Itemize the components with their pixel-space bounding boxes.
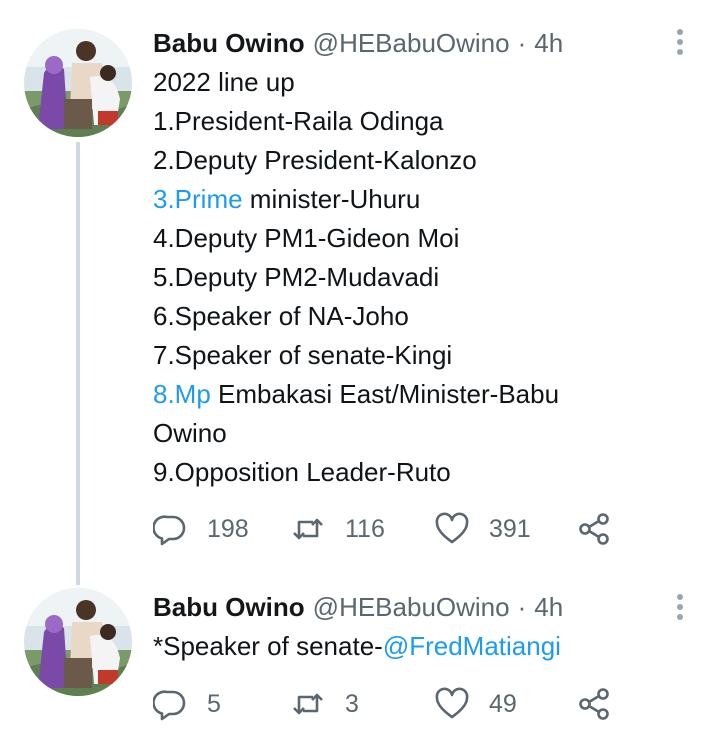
retweet-button[interactable]: 116	[291, 509, 385, 549]
tweet-text-fragment: Embakasi East/Minister-Babu	[210, 379, 560, 409]
reply-icon	[153, 515, 186, 546]
like-button[interactable]: 391	[435, 509, 531, 549]
reply-button[interactable]: 5	[153, 684, 221, 724]
share-icon	[579, 513, 609, 545]
header-separator: ·	[517, 592, 527, 622]
tweet-text-line: 6.Speaker of NA-Joho	[153, 301, 409, 331]
tweet-text-fragment: minister-Uhuru	[242, 184, 421, 214]
avatar-photo	[24, 29, 132, 137]
avatar[interactable]	[24, 29, 132, 137]
tweet-text-line: 9.Opposition Leader-Ruto	[153, 457, 451, 487]
author-handle[interactable]: @HEBabuOwino	[313, 589, 510, 625]
tweet-text-line: 2.Deputy President-Kalonzo	[153, 145, 477, 175]
like-icon	[435, 512, 469, 544]
like-count: 49	[489, 689, 517, 718]
author-handle[interactable]: @HEBabuOwino	[313, 25, 510, 61]
tweet-text-line: 8.Mp Embakasi East/Minister-Babu	[153, 375, 673, 414]
tweet[interactable]: Babu Owino @HEBabuOwino · 4h *Speaker of…	[0, 575, 720, 741]
tweet-text-line: 7.Speaker of senate-Kingi	[153, 340, 453, 370]
tweet-timestamp[interactable]: 4h	[534, 589, 563, 625]
tweet-text: *Speaker of senate-@FredMatiangi	[153, 627, 673, 666]
retweet-count: 116	[345, 514, 385, 543]
tweet-header: Babu Owino @HEBabuOwino · 4h	[153, 589, 563, 625]
tweet-text-fragment: *Speaker of senate-	[153, 631, 383, 661]
author-display-name[interactable]: Babu Owino	[153, 25, 305, 61]
share-button[interactable]	[577, 684, 611, 724]
tweet-text-line: 3.Prime minister-Uhuru	[153, 180, 673, 219]
more-options-icon[interactable]	[674, 27, 686, 57]
tweet-actions: 5 3 49	[153, 684, 633, 724]
thread-connector-line	[76, 142, 80, 585]
header-separator: ·	[517, 28, 527, 58]
reply-count: 198	[207, 514, 249, 543]
tweet-text-line: *Speaker of senate-@FredMatiangi	[153, 627, 673, 666]
mention-link[interactable]: @FredMatiangi	[383, 631, 561, 661]
share-button[interactable]	[577, 509, 611, 549]
tweet-text-line: Owino	[153, 418, 227, 448]
url-link[interactable]: 3.Prime	[153, 184, 243, 214]
like-count: 391	[489, 514, 531, 543]
tweet-text-line: 2022 line up	[153, 67, 295, 97]
tweet[interactable]: Babu Owino @HEBabuOwino · 4h 2022 line u…	[0, 0, 720, 585]
retweet-icon	[293, 518, 323, 540]
like-icon	[435, 687, 469, 719]
avatar-photo	[24, 588, 132, 696]
avatar[interactable]	[24, 588, 132, 696]
tweet-actions: 198 116 391	[153, 509, 633, 549]
reply-button[interactable]: 198	[153, 509, 249, 549]
tweet-text-line: 1.President-Raila Odinga	[153, 106, 444, 136]
reply-count: 5	[207, 689, 221, 718]
url-link[interactable]: 8.Mp	[153, 379, 211, 409]
retweet-icon	[293, 693, 323, 715]
like-button[interactable]: 49	[435, 684, 517, 724]
tweet-text: 2022 line up 1.President-Raila Odinga 2.…	[153, 63, 673, 492]
more-options-icon[interactable]	[674, 592, 686, 622]
tweet-text-line: 5.Deputy PM2-Mudavadi	[153, 262, 440, 292]
reply-icon	[153, 690, 186, 721]
tweet-timestamp[interactable]: 4h	[534, 25, 563, 61]
tweet-feed: Babu Owino @HEBabuOwino · 4h 2022 line u…	[0, 0, 720, 741]
retweet-button[interactable]: 3	[291, 684, 359, 724]
tweet-text-line: 4.Deputy PM1-Gideon Moi	[153, 223, 460, 253]
share-icon	[579, 688, 609, 720]
retweet-count: 3	[345, 689, 359, 718]
author-display-name[interactable]: Babu Owino	[153, 589, 305, 625]
tweet-header: Babu Owino @HEBabuOwino · 4h	[153, 25, 563, 61]
